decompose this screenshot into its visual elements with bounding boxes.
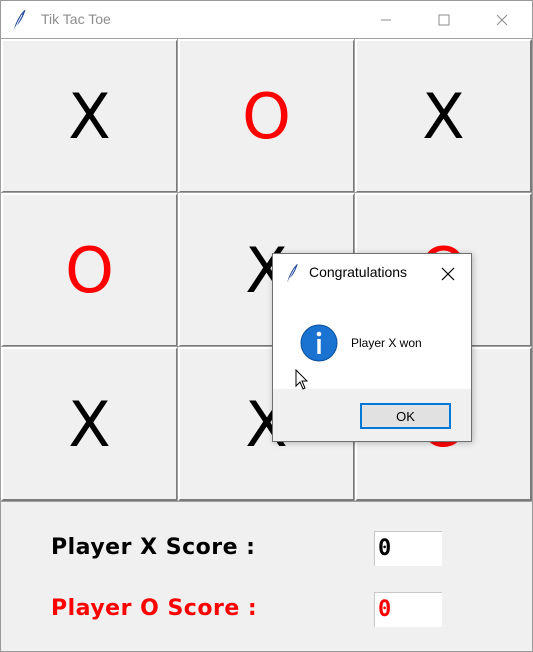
dialog-footer: OK	[273, 389, 471, 441]
feather-icon	[13, 9, 26, 31]
window-title: Tik Tac Toe	[41, 11, 111, 27]
close-icon	[496, 14, 508, 26]
dialog-message: Player X won	[351, 336, 422, 350]
maximize-button[interactable]	[415, 1, 473, 39]
ok-button[interactable]: OK	[360, 403, 451, 429]
player-x-score-field[interactable]: 0	[374, 531, 442, 566]
board-cell[interactable]: X	[354, 38, 533, 194]
mouse-pointer-icon	[295, 369, 309, 390]
title-bar: Tik Tac Toe	[1, 1, 532, 39]
minimize-button[interactable]	[357, 1, 415, 39]
minimize-icon	[381, 19, 391, 21]
player-x-score-label: Player X Score :	[51, 535, 256, 560]
board-cell[interactable]: O	[177, 38, 356, 194]
close-icon	[441, 267, 455, 281]
congratulations-dialog: Congratulations Player X won OK	[272, 253, 472, 442]
board-cell[interactable]: X	[0, 346, 179, 502]
close-button[interactable]	[473, 1, 531, 39]
dialog-close-button[interactable]	[436, 262, 460, 286]
dialog-title-bar: Congratulations	[273, 254, 471, 292]
board-cell[interactable]: O	[0, 192, 179, 348]
player-o-score-field[interactable]: 0	[374, 592, 442, 627]
info-icon	[300, 324, 338, 362]
dialog-title: Congratulations	[309, 264, 408, 280]
feather-icon	[287, 264, 298, 282]
maximize-icon	[438, 14, 450, 26]
board-cell[interactable]: X	[0, 38, 179, 194]
player-o-score-label: Player O Score :	[51, 596, 258, 621]
